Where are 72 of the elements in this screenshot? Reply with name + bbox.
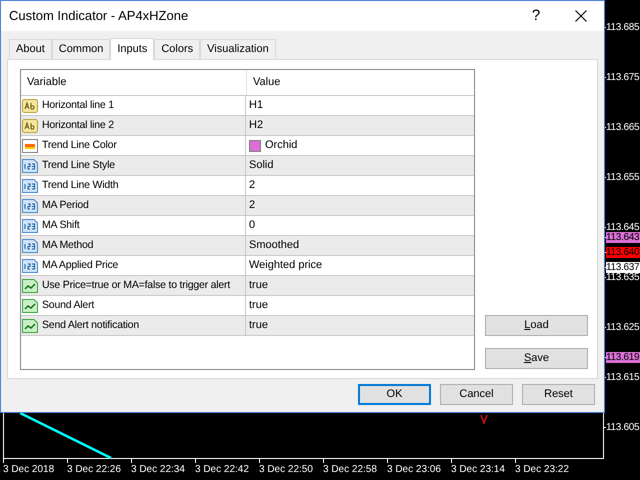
time-label: 3 Dec 2018 (3, 463, 54, 476)
time-label: 3 Dec 22:34 (131, 463, 185, 476)
price-label: 113.625 (606, 322, 640, 333)
price-label: 113.685 (606, 22, 640, 33)
value-cell-text: 2 (249, 198, 256, 214)
column-header[interactable]: Variable (21, 70, 246, 95)
close-icon (575, 10, 587, 22)
help-button[interactable]: ? (514, 1, 558, 31)
price-label: 113.640 (606, 247, 640, 258)
variable-cell-text: MA Applied Price (42, 258, 118, 273)
number-type-icon (22, 258, 38, 274)
tab[interactable]: About (9, 39, 52, 59)
time-label: 3 Dec 22:58 (323, 463, 377, 476)
variable-cell-text: Trend Line Style (42, 158, 115, 173)
variable-cell-text: Horizontal line 2 (42, 118, 114, 133)
price-label: 113.619 (606, 352, 640, 363)
variable-cell-text: MA Method (42, 238, 94, 253)
variable-cell-text: Send Alert notification (42, 318, 139, 333)
text-type-icon (22, 118, 38, 134)
tab[interactable]: Common (52, 39, 110, 59)
variable-cell-text: MA Period (42, 198, 89, 213)
time-label: 3 Dec 23:06 (387, 463, 441, 476)
dialog-button[interactable]: Reset (522, 384, 595, 405)
tab[interactable]: Inputs (110, 38, 154, 60)
toggle-type-icon (22, 318, 38, 334)
price-label: 113.637 (606, 262, 640, 273)
value-cell-text: H1 (249, 98, 264, 114)
number-type-icon (22, 198, 38, 214)
dialog-button[interactable]: Cancel (440, 384, 513, 405)
value-cell-text: 0 (249, 218, 256, 234)
value-cell-text: true (249, 278, 268, 294)
price-label: 113.645 (606, 222, 640, 233)
variable-cell-text: Use Price=true or MA=false to trigger alert (42, 278, 230, 293)
price-label: 113.675 (606, 72, 640, 83)
variable-cell-text: Trend Line Color (42, 138, 117, 153)
number-type-icon (22, 178, 38, 194)
value-cell-text: 2 (249, 178, 256, 194)
variable-cell-text: Trend Line Width (42, 178, 118, 193)
variable-cell-text: MA Shift (42, 218, 80, 233)
text-type-icon (22, 98, 38, 114)
value-cell-text: true (249, 298, 268, 314)
tab[interactable]: Visualization (200, 39, 276, 59)
value-cell-text: Smoothed (249, 238, 300, 254)
tab[interactable]: Colors (154, 39, 200, 59)
value-cell-text: Solid (249, 158, 274, 174)
time-label: 3 Dec 23:14 (451, 463, 505, 476)
number-type-icon (22, 218, 38, 234)
value-cell-text: Weighted price (249, 258, 322, 274)
window-title: Custom Indicator - AP4xHZone (9, 7, 190, 26)
dialog-button[interactable]: OK (358, 384, 431, 405)
time-label: 3 Dec 23:22 (515, 463, 569, 476)
side-button[interactable]: Load (485, 315, 588, 336)
time-label: 3 Dec 22:50 (259, 463, 313, 476)
value-cell-text: true (249, 318, 268, 334)
time-label: 3 Dec 22:26 (67, 463, 121, 476)
price-label: 113.635 (606, 272, 640, 283)
variable-cell-text: Sound Alert (42, 298, 94, 313)
value-cell-text: Orchid (265, 138, 298, 154)
side-button[interactable]: Save (485, 348, 588, 369)
price-label: 113.605 (606, 422, 640, 433)
time-label: 3 Dec 22:42 (195, 463, 249, 476)
value-cell-text: H2 (249, 118, 264, 134)
price-label: 113.615 (606, 372, 640, 383)
number-type-icon (22, 238, 38, 254)
toggle-type-icon (22, 278, 38, 294)
variable-cell-text: Horizontal line 1 (42, 98, 114, 113)
price-label: 113.643 (606, 232, 640, 243)
price-label: 113.655 (606, 172, 640, 183)
arrow-marker-icon (480, 414, 488, 424)
price-label: 113.665 (606, 122, 640, 133)
toggle-type-icon (22, 298, 38, 314)
number-type-icon (22, 158, 38, 174)
